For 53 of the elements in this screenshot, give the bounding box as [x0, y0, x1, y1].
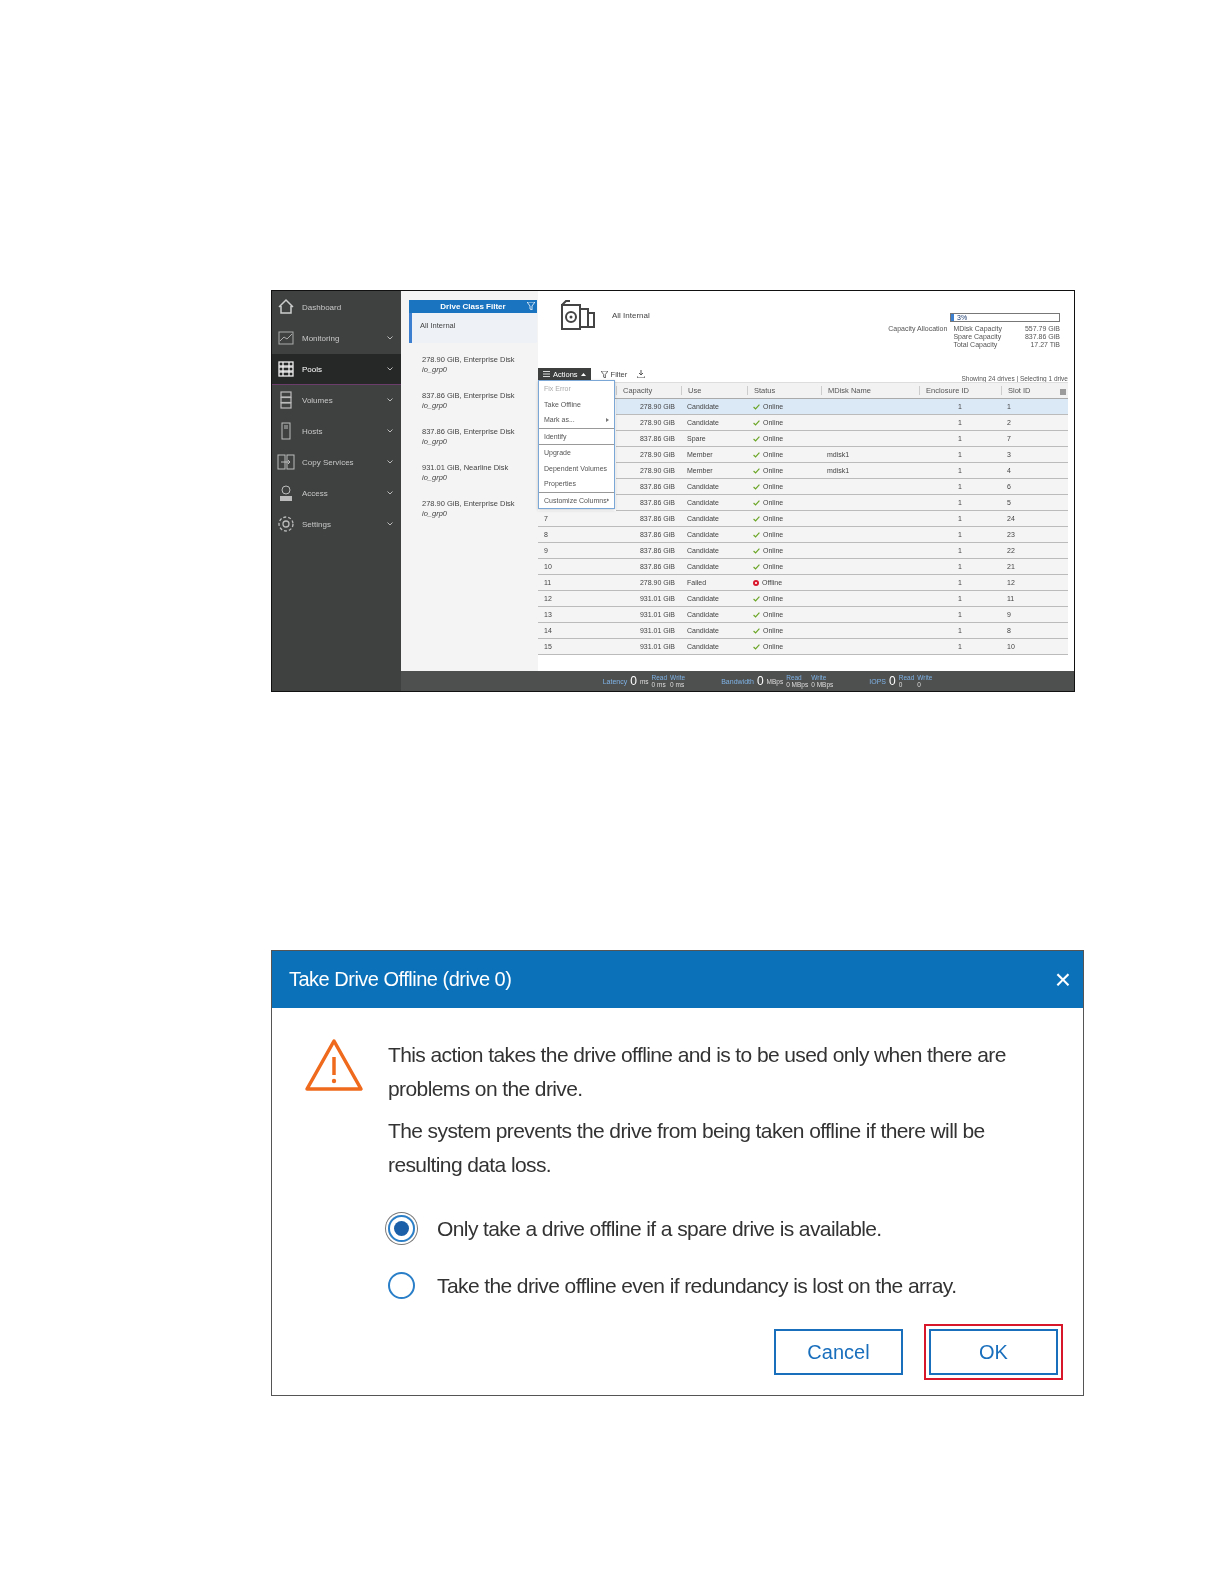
- check-icon: [753, 419, 760, 426]
- sidebar-item[interactable]: Dashboard: [272, 292, 401, 323]
- sidebar-item[interactable]: Monitoring: [272, 323, 401, 354]
- check-icon: [753, 563, 760, 570]
- dialog-title: Take Drive Offline (drive 0): [289, 968, 512, 991]
- close-button[interactable]: ×: [1054, 965, 1071, 994]
- check-icon: [753, 499, 760, 506]
- grid-icon: [277, 360, 295, 378]
- person-icon: [277, 484, 295, 502]
- filter-icon: [600, 370, 608, 378]
- drive-icon: [558, 299, 596, 333]
- gear-icon: [277, 515, 295, 533]
- check-icon: [753, 467, 760, 474]
- check-icon: [753, 643, 760, 650]
- list-icon: [543, 371, 550, 377]
- sidebar-item[interactable]: Pools: [272, 354, 401, 385]
- dialog-message: This action takes the drive offline and is to be used only when there are problems on the drive.: [388, 1042, 1007, 1102]
- check-icon: [753, 627, 760, 634]
- caret-icon: [580, 372, 586, 376]
- dialog-button[interactable]: OK: [929, 1329, 1058, 1375]
- option-label[interactable]: Only take a drive offline if a spare drive is available.: [437, 1216, 882, 1241]
- dialog-button[interactable]: Cancel: [774, 1329, 903, 1375]
- check-icon: [753, 403, 760, 410]
- warning-icon: [304, 1038, 364, 1092]
- sidebar-item[interactable]: Access: [272, 478, 401, 509]
- page-title: All Internal: [612, 311, 651, 322]
- check-icon: [753, 483, 760, 490]
- sidebar-item[interactable]: Volumes: [272, 385, 401, 416]
- download-icon[interactable]: [637, 370, 646, 378]
- option-label[interactable]: Take the drive offline even if redundancy is lost on the array.: [437, 1273, 957, 1298]
- check-icon: [753, 451, 760, 458]
- filter-panel-header: Drive Class Filter: [409, 300, 537, 313]
- sidebar-item[interactable]: Copy Services: [272, 447, 401, 478]
- error-icon: [753, 579, 759, 586]
- metric-value: 0: [756, 675, 764, 687]
- check-icon: [753, 547, 760, 554]
- metric-value: 0: [889, 675, 896, 687]
- metric-value: 0: [630, 675, 637, 687]
- sidebar-item[interactable]: Hosts: [272, 416, 401, 447]
- stack-icon: [277, 391, 295, 409]
- radio-button[interactable]: [388, 1215, 415, 1242]
- check-icon: [753, 611, 760, 618]
- sidebar-item[interactable]: Settings: [272, 509, 401, 540]
- filter-icon[interactable]: [527, 302, 535, 310]
- check-icon: [753, 515, 760, 522]
- radio-button[interactable]: [388, 1272, 415, 1299]
- copy-icon: [277, 453, 295, 471]
- check-icon: [753, 595, 760, 602]
- check-icon: [753, 531, 760, 538]
- home-icon: [277, 298, 295, 316]
- check-icon: [753, 435, 760, 442]
- dialog-message: The system prevents the drive from being taken offline if there will be resulting data loss.: [388, 1118, 986, 1178]
- chart-icon: [277, 329, 295, 347]
